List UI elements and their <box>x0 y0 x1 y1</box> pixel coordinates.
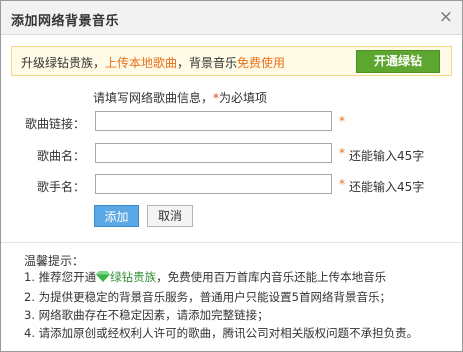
singer-name-input[interactable] <box>95 174 332 194</box>
tip1-link[interactable]: 绿钻贵族 <box>110 270 156 284</box>
promo-upload-link[interactable]: 上传本地歌曲 <box>105 56 177 70</box>
song-link-required: * <box>339 114 345 128</box>
form-instruction: 请填写网络歌曲信息，*为必填项 <box>93 89 267 106</box>
instruction-text: 请填写网络歌曲信息， <box>93 91 214 105</box>
singer-name-required: * <box>339 177 345 191</box>
tip-item-1: 1. 推荐您开通 绿钻贵族，免费使用百万首库内音乐还能上传本地音乐 <box>24 269 386 285</box>
promo-free-link[interactable]: 免费使用 <box>237 56 285 70</box>
open-green-diamond-button[interactable]: 开通绿钻 <box>356 50 440 73</box>
song-name-label: 歌曲名： <box>36 149 85 163</box>
song-link-input[interactable] <box>95 111 332 131</box>
cancel-button[interactable]: 取消 <box>147 205 193 227</box>
tip-item-3: 3. 网络歌曲存在不稳定因素，请添加完整链接； <box>24 308 269 322</box>
promo-text: 升级绿钻贵族，上传本地歌曲，背景音乐免费使用 <box>21 54 285 71</box>
green-diamond-promo: 升级绿钻贵族，上传本地歌曲，背景音乐免费使用 开通绿钻 <box>11 46 452 76</box>
tip-item-2: 2. 为提供更稳定的背景音乐服务，普通用户只能设置5首网络背景音乐； <box>24 290 391 304</box>
tips-title: 温馨提示： <box>24 254 85 268</box>
dialog-title: 添加网络背景音乐 <box>11 14 120 29</box>
song-link-label: 歌曲链接： <box>24 117 85 131</box>
promo-prefix: 升级绿钻贵族， <box>21 56 106 70</box>
song-name-hint: 还能输入45字 <box>349 149 425 163</box>
divider <box>1 242 462 243</box>
tip1-prefix: 1. 推荐您开通 <box>24 270 97 284</box>
promo-middle: ，背景音乐 <box>177 56 238 70</box>
add-button[interactable]: 添加 <box>94 205 139 227</box>
tip1-suffix: ，免费使用百万首库内音乐还能上传本地音乐 <box>156 270 387 284</box>
singer-name-hint: 还能输入45字 <box>349 180 425 194</box>
add-music-dialog: 添加网络背景音乐 × 升级绿钻贵族，上传本地歌曲，背景音乐免费使用 开通绿钻 请… <box>0 0 463 352</box>
close-icon[interactable]: × <box>439 7 453 27</box>
song-name-required: * <box>339 146 345 160</box>
green-diamond-icon <box>96 271 111 282</box>
singer-name-label: 歌手名： <box>36 180 85 194</box>
required-text: 为必填项 <box>219 91 268 105</box>
dialog-titlebar: 添加网络背景音乐 × <box>1 1 462 35</box>
tip-item-4: 4. 请添加原创或经权利人许可的歌曲，腾讯公司对相关版权问题不承担负责。 <box>24 326 419 340</box>
song-name-input[interactable] <box>95 143 332 163</box>
